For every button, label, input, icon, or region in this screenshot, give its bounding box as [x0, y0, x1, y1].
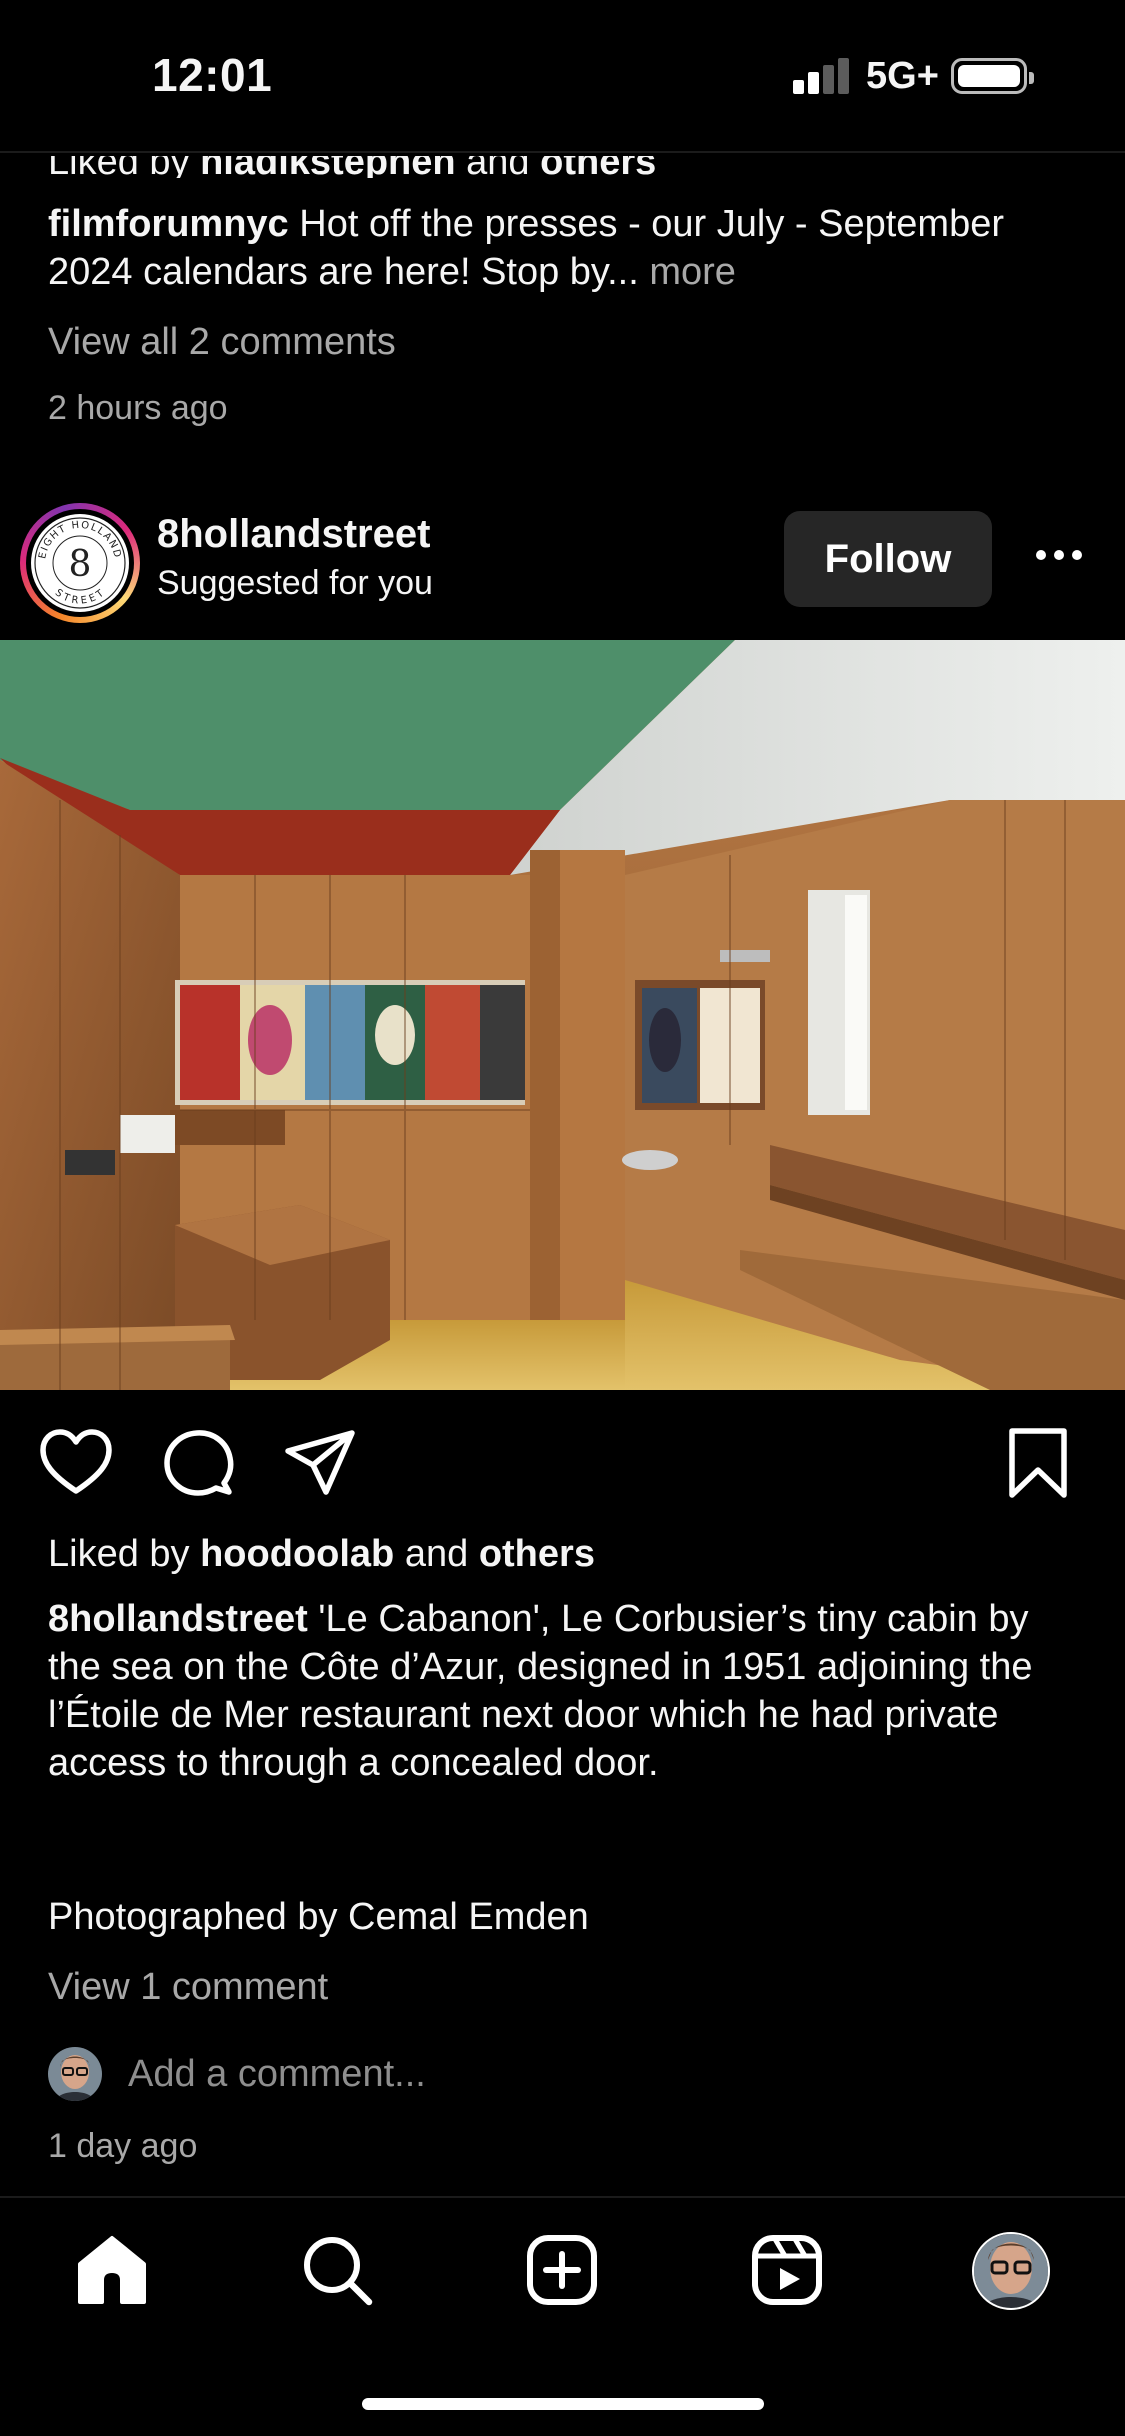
cellular-signal-icon: [793, 58, 849, 94]
add-comment-input[interactable]: Add a comment...: [128, 2053, 426, 2096]
current-user-avatar: [48, 2047, 102, 2101]
battery-icon: [951, 58, 1034, 94]
avatar-numeral: 8: [69, 544, 92, 585]
suggested-label: Suggested for you: [157, 564, 433, 602]
more-horizontal-icon[interactable]: [1034, 535, 1084, 575]
previous-timestamp: 2 hours ago: [48, 389, 228, 427]
home-icon[interactable]: [72, 2230, 152, 2310]
bottom-tab-bar: [0, 2198, 1125, 2378]
divider: [0, 151, 1125, 153]
paper-plane-icon[interactable]: [282, 1425, 358, 1501]
post-timestamp: 1 day ago: [48, 2127, 198, 2165]
post-caption[interactable]: 8hollandstreet 'Le Cabanon', Le Corbusie…: [48, 1595, 1088, 1787]
profile-avatar[interactable]: [970, 2230, 1052, 2312]
comment-bubble-icon[interactable]: [160, 1425, 236, 1501]
network-type: 5G+: [866, 55, 939, 97]
previous-caption[interactable]: filmforumnyc Hot off the presses - our J…: [48, 200, 1088, 296]
liked-by: Liked by hoodoolab and others: [48, 1533, 595, 1575]
caption-username[interactable]: 8hollandstreet: [48, 1598, 308, 1640]
view-comments-link[interactable]: View 1 comment: [48, 1963, 1088, 2011]
liked-by-others-link[interactable]: others: [479, 1533, 595, 1575]
previous-view-comments[interactable]: View all 2 comments: [48, 318, 1088, 366]
post-actions: [0, 1425, 1125, 1505]
status-bar: 12:01 5G+: [0, 0, 1125, 150]
search-icon[interactable]: [297, 2230, 377, 2310]
add-comment-row[interactable]: Add a comment...: [48, 2045, 748, 2105]
caption-credit: Photographed by Cemal Emden: [48, 1896, 589, 1938]
post-username[interactable]: 8hollandstreet: [157, 512, 430, 557]
home-indicator: [362, 2398, 764, 2410]
status-time: 12:01: [152, 49, 273, 101]
caption-more-link[interactable]: more: [639, 251, 736, 293]
reels-icon[interactable]: [747, 2230, 827, 2310]
add-square-icon[interactable]: [522, 2230, 602, 2310]
post-photo[interactable]: [0, 640, 1125, 1390]
post-header: EIGHT HOLLAND STREET 8 8hollandstreet Su…: [0, 495, 1125, 625]
bookmark-icon[interactable]: [1000, 1425, 1076, 1501]
liked-by-user-link[interactable]: hoodoolab: [200, 1533, 394, 1575]
post-author-avatar[interactable]: EIGHT HOLLAND STREET 8: [20, 503, 140, 623]
follow-button[interactable]: Follow: [784, 511, 992, 607]
caption-username[interactable]: filmforumnyc: [48, 203, 289, 245]
heart-icon[interactable]: [38, 1425, 114, 1501]
